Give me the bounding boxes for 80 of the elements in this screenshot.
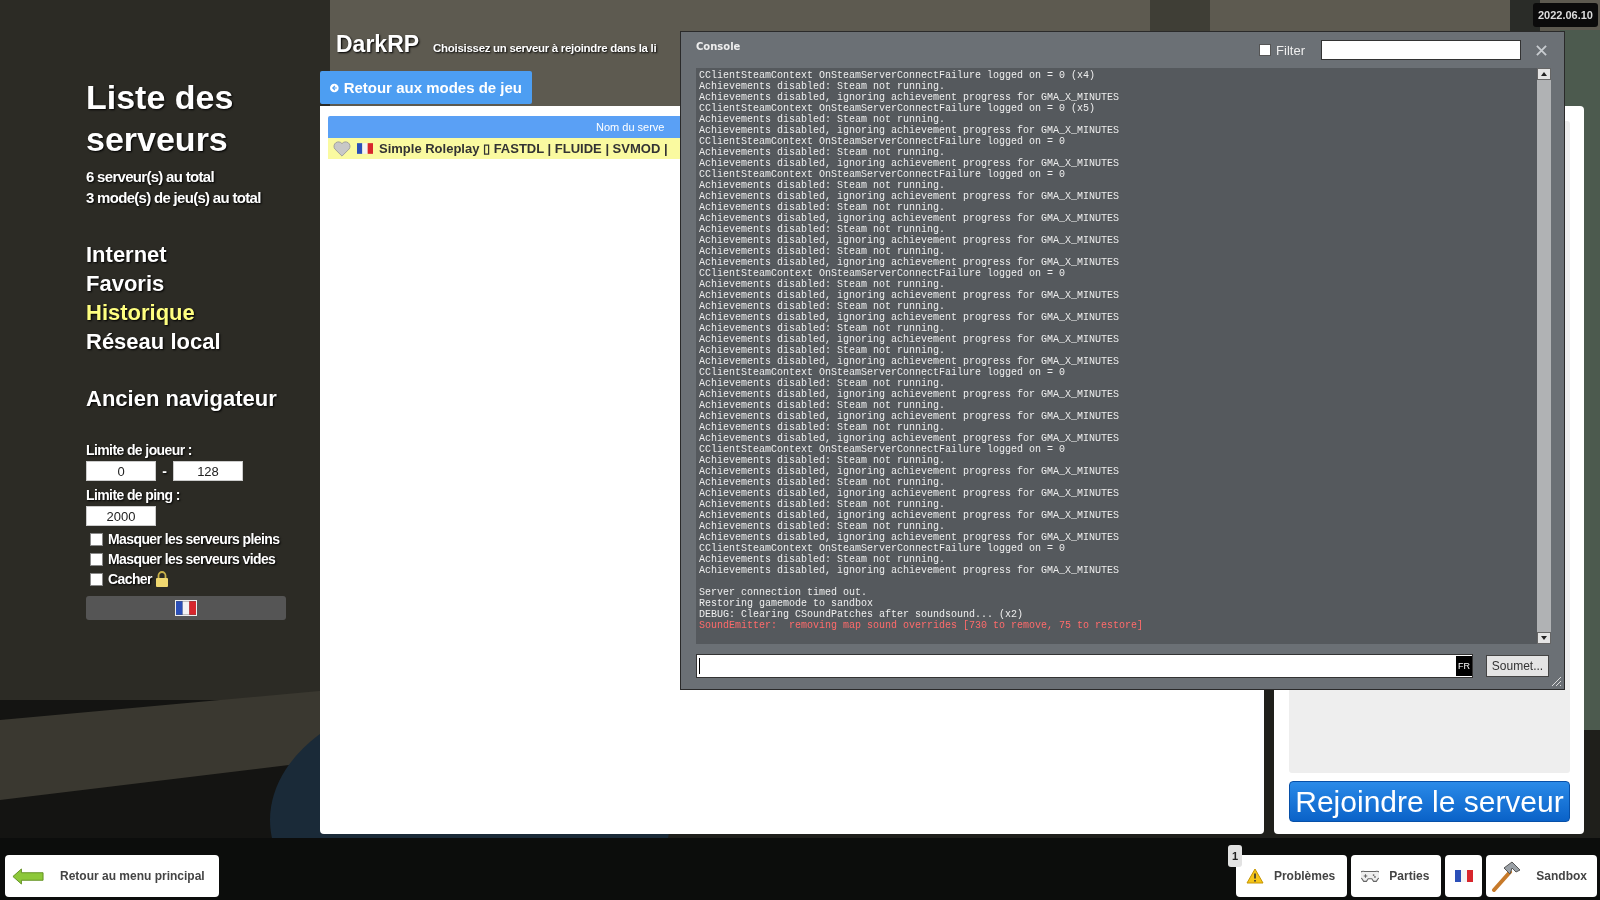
log-line: Achievements disabled: Steam not running. (699, 521, 946, 532)
log-line: Achievements disabled: Steam not running. (699, 400, 946, 411)
stat-text: 3 mode(s) de jeu(s) au total (86, 188, 261, 208)
server-name: Simple Roleplay ▯ FASTDL | FLUIDE | SVMOD | (379, 141, 668, 156)
log-line: Achievements disabled: Steam not running. (699, 279, 946, 290)
date-badge: 2022.06.10 (1532, 3, 1598, 27)
log-line: Achievements disabled, ignoring achievement progress for GMA_X_MINUTES (699, 510, 1121, 521)
filter-label: Limite de ping : (86, 487, 180, 503)
nav-link[interactable]: Historique (86, 298, 221, 327)
log-line: CClientSteamContext OnSteamServerConnectFailure logged on = 0 (x4) (699, 70, 1097, 81)
command-field[interactable]: FR (696, 654, 1473, 678)
log-line: Achievements disabled: Steam not running. (699, 301, 946, 312)
log-line: Achievements disabled, ignoring achievement progress for GMA_X_MINUTES (699, 158, 1121, 169)
log-line: CClientSteamContext OnSteamServerConnectFailure logged on = 0 (699, 169, 1067, 180)
log-line: Achievements disabled: Steam not running. (699, 114, 946, 125)
window-title: Console (696, 40, 741, 52)
log-line: Achievements disabled: Steam not running. (699, 422, 946, 433)
input-field[interactable]: 128 (173, 461, 243, 481)
log-line: Achievements disabled: Steam not running. (699, 554, 946, 565)
main-menu-button[interactable]: Retour au menu principal (5, 855, 219, 897)
log-line: Achievements disabled: Steam not running. (699, 81, 946, 92)
log-line: Achievements disabled, ignoring achievement progress for GMA_X_MINUTES (699, 235, 1121, 246)
legacy-browser-link[interactable]: Ancien navigateur (86, 386, 277, 412)
log-line: CClientSteamContext OnSteamServerConnectFailure logged on = 0 (699, 136, 1067, 147)
log-line: Achievements disabled: Steam not running. (699, 455, 946, 466)
log-line: Achievements disabled: Steam not running. (699, 378, 946, 389)
input-field[interactable]: 2000 (86, 506, 156, 526)
language-badge: FR (1456, 656, 1472, 676)
separator-text: - (161, 463, 168, 479)
log-line: Restoring gamemode to sandbox (699, 598, 875, 609)
log-line: Achievements disabled: Steam not running. (699, 180, 946, 191)
log-line: Achievements disabled, ignoring achievement progress for GMA_X_MINUTES (699, 191, 1121, 202)
log-line: Achievements disabled, ignoring achievement progress for GMA_X_MINUTES (699, 257, 1121, 268)
log-line: Achievements disabled: Steam not running. (699, 499, 946, 510)
filter-label: Limite de joueur : (86, 442, 192, 458)
checkbox-label: Masquer les serveurs pleins (108, 531, 280, 547)
error-line: SoundEmitter: removing map sound overrides [730 to remove, 75 to restore] (699, 620, 1145, 631)
log-line: Achievements disabled, ignoring achievement progress for GMA_X_MINUTES (699, 312, 1121, 323)
log-line: Achievements disabled: Steam not running. (699, 477, 946, 488)
subtitle-text: Choisissez un serveur à rejoindre dans la li (433, 42, 657, 54)
log-line: CClientSteamContext OnSteamServerConnectFailure logged on = 0 (699, 444, 1067, 455)
log-line: Server connection timed out. (699, 587, 869, 598)
log-line: Achievements disabled, ignoring achievement progress for GMA_X_MINUTES (699, 92, 1121, 103)
log-line: CClientSteamContext OnSteamServerConnectFailure logged on = 0 (x5) (699, 103, 1097, 114)
log-line: Achievements disabled: Steam not running. (699, 147, 946, 158)
stat-text: 6 serveur(s) au total (86, 167, 214, 187)
log-line: DEBUG: Clearing CSoundPatches after soundsound... (x2) (699, 609, 1025, 620)
join-server-button[interactable]: Rejoindre le serveur (1289, 781, 1570, 822)
log-line: Achievements disabled, ignoring achievement progress for GMA_X_MINUTES (699, 411, 1121, 422)
log-line: Achievements disabled: Steam not running. (699, 224, 946, 235)
log-line: Achievements disabled, ignoring achievement progress for GMA_X_MINUTES (699, 488, 1121, 499)
submit-button[interactable]: Soumet... (1486, 655, 1549, 677)
nav-link[interactable]: Internet (86, 240, 221, 269)
log-line: Achievements disabled, ignoring achievement progress for GMA_X_MINUTES (699, 565, 1121, 576)
log-line: CClientSteamContext OnSteamServerConnectFailure logged on = 0 (699, 367, 1067, 378)
gamemode-button[interactable]: Sandbox (1486, 855, 1597, 897)
games-button[interactable]: Parties (1351, 855, 1442, 897)
log-line: Achievements disabled, ignoring achievement progress for GMA_X_MINUTES (699, 290, 1121, 301)
checkbox-label: Filter (1276, 42, 1305, 58)
log-line: Achievements disabled, ignoring achievement progress for GMA_X_MINUTES (699, 334, 1121, 345)
log-line: Achievements disabled, ignoring achievement progress for GMA_X_MINUTES (699, 466, 1121, 477)
log-line: Achievements disabled, ignoring achievement progress for GMA_X_MINUTES (699, 356, 1121, 367)
log-line: Achievements disabled, ignoring achievement progress for GMA_X_MINUTES (699, 125, 1121, 136)
log-line: CClientSteamContext OnSteamServerConnectFailure logged on = 0 (699, 543, 1067, 554)
log-line: Achievements disabled, ignoring achievement progress for GMA_X_MINUTES (699, 389, 1121, 400)
log-line: Achievements disabled, ignoring achievement progress for GMA_X_MINUTES (699, 532, 1121, 543)
log-line: CClientSteamContext OnSteamServerConnectFailure logged on = 0 (699, 268, 1067, 279)
nav-link[interactable]: Réseau local (86, 327, 221, 356)
log-line: Achievements disabled: Steam not running. (699, 323, 946, 334)
nav-link[interactable]: Favoris (86, 269, 221, 298)
checkbox-label: Cacher (108, 571, 152, 587)
log-line: Achievements disabled: Steam not running. (699, 345, 946, 356)
log-line: Achievements disabled, ignoring achievement progress for GMA_X_MINUTES (699, 213, 1121, 224)
page-title: Liste des serveurs (86, 77, 235, 160)
log-line: Achievements disabled, ignoring achievement progress for GMA_X_MINUTES (699, 433, 1121, 444)
checkbox-label: Masquer les serveurs vides (108, 551, 276, 567)
input-field[interactable]: 0 (86, 461, 156, 481)
log-line: Achievements disabled: Steam not running. (699, 246, 946, 257)
log-line: Achievements disabled: Steam not running. (699, 202, 946, 213)
gamemode-title: DarkRP (336, 31, 420, 58)
